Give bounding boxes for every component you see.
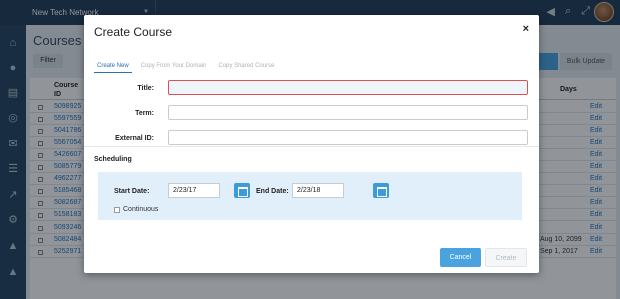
tab-copy-from-domain[interactable]: Copy From Your Domain: [138, 62, 210, 73]
create-button[interactable]: Create: [485, 248, 527, 267]
tab-copy-shared-course[interactable]: Copy Shared Course: [215, 62, 277, 73]
dialog-tabs: Create New Copy From Your Domain Copy Sh…: [94, 62, 277, 73]
divider: [84, 146, 539, 147]
scheduling-heading: Scheduling: [94, 156, 132, 163]
tab-create-new[interactable]: Create New: [94, 62, 132, 73]
continuous-checkbox[interactable]: [114, 207, 120, 213]
start-date-label: Start Date:: [114, 188, 150, 195]
cancel-button[interactable]: Cancel: [440, 248, 481, 267]
start-date-field[interactable]: 2/23/17: [168, 183, 220, 198]
term-label: Term:: [135, 110, 154, 117]
dialog-title: Create Course: [94, 25, 173, 39]
title-field[interactable]: [168, 80, 528, 95]
external-id-field[interactable]: [168, 130, 528, 145]
end-date-field[interactable]: 2/23/18: [292, 183, 344, 198]
calendar-icon[interactable]: [234, 183, 250, 198]
external-id-label: External ID:: [115, 135, 154, 142]
create-course-dialog: Create Course × Create New Copy From You…: [84, 15, 539, 273]
end-date-label: End Date:: [256, 188, 289, 195]
continuous-label: Continuous: [123, 206, 159, 213]
calendar-icon[interactable]: [373, 183, 389, 198]
scheduling-panel: Start Date: 2/23/17 End Date: 2/23/18 Co…: [98, 172, 522, 220]
term-field[interactable]: [168, 105, 528, 120]
close-icon[interactable]: ×: [523, 23, 529, 35]
title-label: Title:: [137, 85, 154, 92]
